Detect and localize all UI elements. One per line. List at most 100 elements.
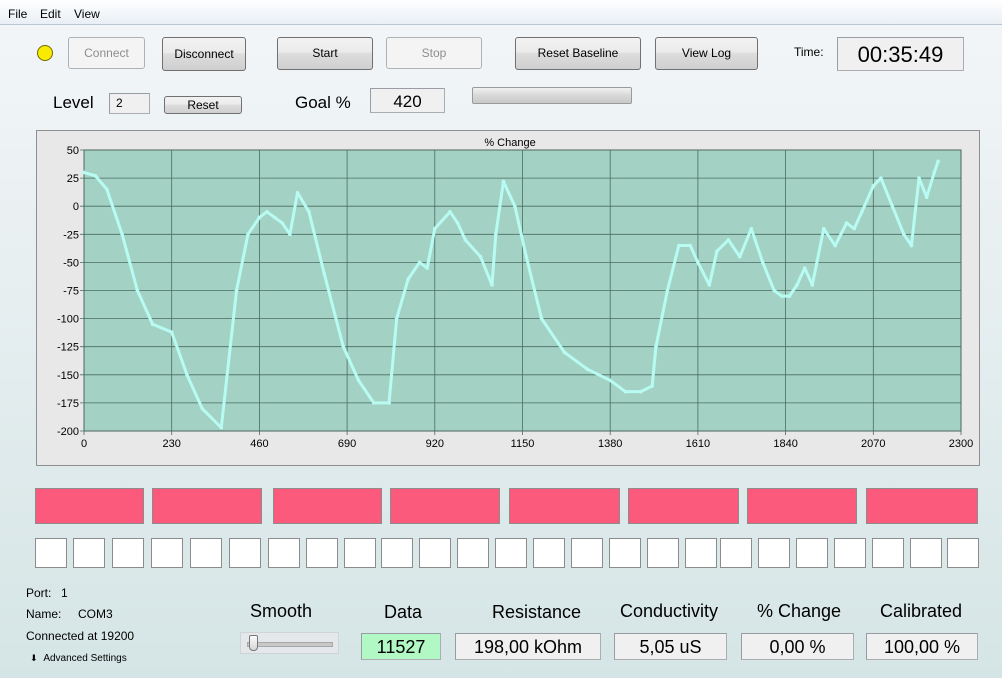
x-tick-label: 230 xyxy=(163,438,181,450)
data-point xyxy=(924,195,929,200)
goal-input[interactable]: 420 xyxy=(370,88,445,113)
data-point xyxy=(909,243,914,248)
data-point xyxy=(394,316,399,321)
data-point xyxy=(772,288,776,293)
chart-panel: % Change 0 230 460 690 920 1150 1380 1610 1840 20… xyxy=(36,130,980,466)
data-point xyxy=(917,176,921,180)
menu-file[interactable]: File xyxy=(7,7,28,21)
level-reset-button[interactable]: Reset xyxy=(164,96,242,114)
data-point xyxy=(623,389,628,394)
indicator-box xyxy=(35,538,67,568)
data-point xyxy=(833,243,837,248)
menu-view[interactable]: View xyxy=(73,7,101,21)
data-point xyxy=(433,226,437,231)
data-point xyxy=(524,254,529,259)
advanced-settings-toggle[interactable]: ⬇ Advanced Settings xyxy=(30,653,127,664)
data-point xyxy=(810,283,815,287)
smooth-slider[interactable] xyxy=(240,632,339,654)
calibrated-value: 100,00 % xyxy=(866,633,978,660)
data-point xyxy=(871,184,876,188)
data-point xyxy=(802,266,807,270)
data-point xyxy=(562,350,567,355)
data-point xyxy=(478,254,483,259)
data-label: Data xyxy=(384,602,423,622)
data-point xyxy=(417,260,422,265)
menu-edit[interactable]: Edit xyxy=(39,7,62,21)
data-point xyxy=(860,210,864,214)
reset-baseline-button[interactable]: Reset Baseline xyxy=(515,37,641,70)
stop-button[interactable]: Stop xyxy=(386,37,482,69)
data-point xyxy=(936,159,940,164)
x-tick-label: 2300 xyxy=(949,438,973,450)
indicator-box xyxy=(190,538,222,568)
data-point xyxy=(387,401,391,405)
data-point xyxy=(738,254,742,259)
data-point xyxy=(463,238,468,242)
chart-title: % Change xyxy=(484,137,535,149)
data-point xyxy=(280,221,285,225)
data-point xyxy=(406,277,410,282)
y-tick-label: 0 xyxy=(73,201,79,213)
connection-status-led xyxy=(37,45,53,61)
indicator-box xyxy=(381,538,413,568)
data-point xyxy=(726,238,731,242)
data-point xyxy=(779,294,784,298)
data-point xyxy=(185,373,189,377)
data-point xyxy=(307,210,311,214)
data-point xyxy=(932,170,937,175)
level-indicator xyxy=(747,488,857,524)
data-point xyxy=(234,288,239,293)
x-tick-label: 1840 xyxy=(773,438,797,450)
x-tick-label: 1610 xyxy=(686,438,710,450)
start-button[interactable]: Start xyxy=(277,37,373,70)
x-tick-label: 920 xyxy=(426,438,444,450)
time-display: 00:35:49 xyxy=(837,37,964,71)
data-point xyxy=(902,232,906,237)
data-point xyxy=(219,425,224,430)
data-point xyxy=(696,260,700,265)
indicator-box xyxy=(344,538,376,568)
port-label: Port: xyxy=(26,586,52,600)
calibrated-label: Calibrated xyxy=(880,601,963,621)
goal-progress-bar xyxy=(472,87,632,104)
level-indicator xyxy=(509,488,620,524)
level-input[interactable]: 2 xyxy=(109,93,150,114)
data-point xyxy=(135,288,140,293)
x-tick-label: 2070 xyxy=(861,438,885,450)
name-label: Name: xyxy=(26,607,62,621)
indicator-box xyxy=(457,538,489,568)
disconnect-button[interactable]: Disconnect xyxy=(162,37,246,71)
level-indicator xyxy=(35,488,144,524)
smooth-label: Smooth xyxy=(250,601,313,621)
goal-label: Goal % xyxy=(295,93,351,112)
level-indicator xyxy=(390,488,500,524)
y-tick-label: -75 xyxy=(63,286,79,298)
data-point xyxy=(707,283,712,287)
data-point xyxy=(272,215,277,220)
connection-status-text: Connected at 19200 xyxy=(26,629,135,643)
menu-bar: File Edit View xyxy=(0,0,1002,25)
x-tick-label: 1380 xyxy=(598,438,622,450)
data-point xyxy=(341,344,346,349)
data-point xyxy=(322,271,327,276)
pct-change-value: 0,00 % xyxy=(741,633,854,660)
resistance-label: Resistance xyxy=(492,602,582,622)
indicator-box xyxy=(910,538,942,568)
level-indicator xyxy=(628,488,739,524)
indicator-box xyxy=(571,538,603,568)
data-point xyxy=(265,210,269,214)
y-tick-label: -200 xyxy=(57,426,79,438)
indicator-box xyxy=(720,538,752,568)
data-point xyxy=(448,210,452,214)
data-value: 11527 xyxy=(361,633,441,660)
data-point xyxy=(295,190,300,195)
data-point xyxy=(539,316,544,321)
indicator-box xyxy=(947,538,979,568)
smooth-slider-thumb[interactable] xyxy=(249,635,258,651)
view-log-button[interactable]: View Log xyxy=(655,37,758,70)
data-point xyxy=(82,170,86,175)
connect-button[interactable]: Connect xyxy=(68,37,145,69)
data-point xyxy=(890,204,895,208)
data-point xyxy=(371,401,376,405)
smooth-slider-track xyxy=(247,642,333,647)
